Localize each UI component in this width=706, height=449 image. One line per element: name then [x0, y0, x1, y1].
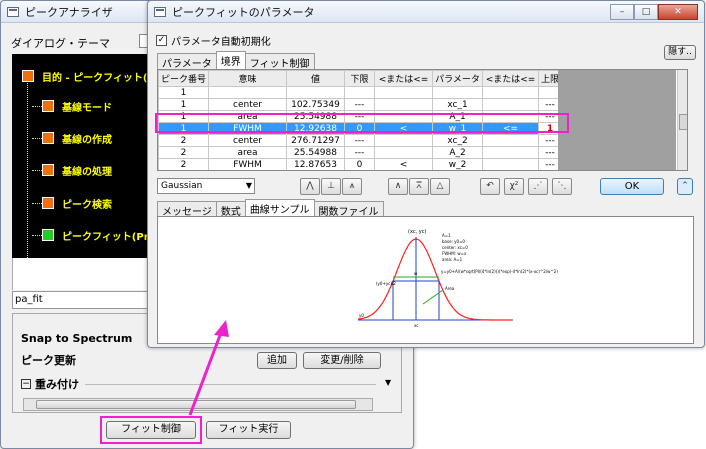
arrow-head-icon [214, 320, 229, 337]
callout-arrow [188, 320, 229, 416]
arrow-shaft [188, 329, 224, 416]
